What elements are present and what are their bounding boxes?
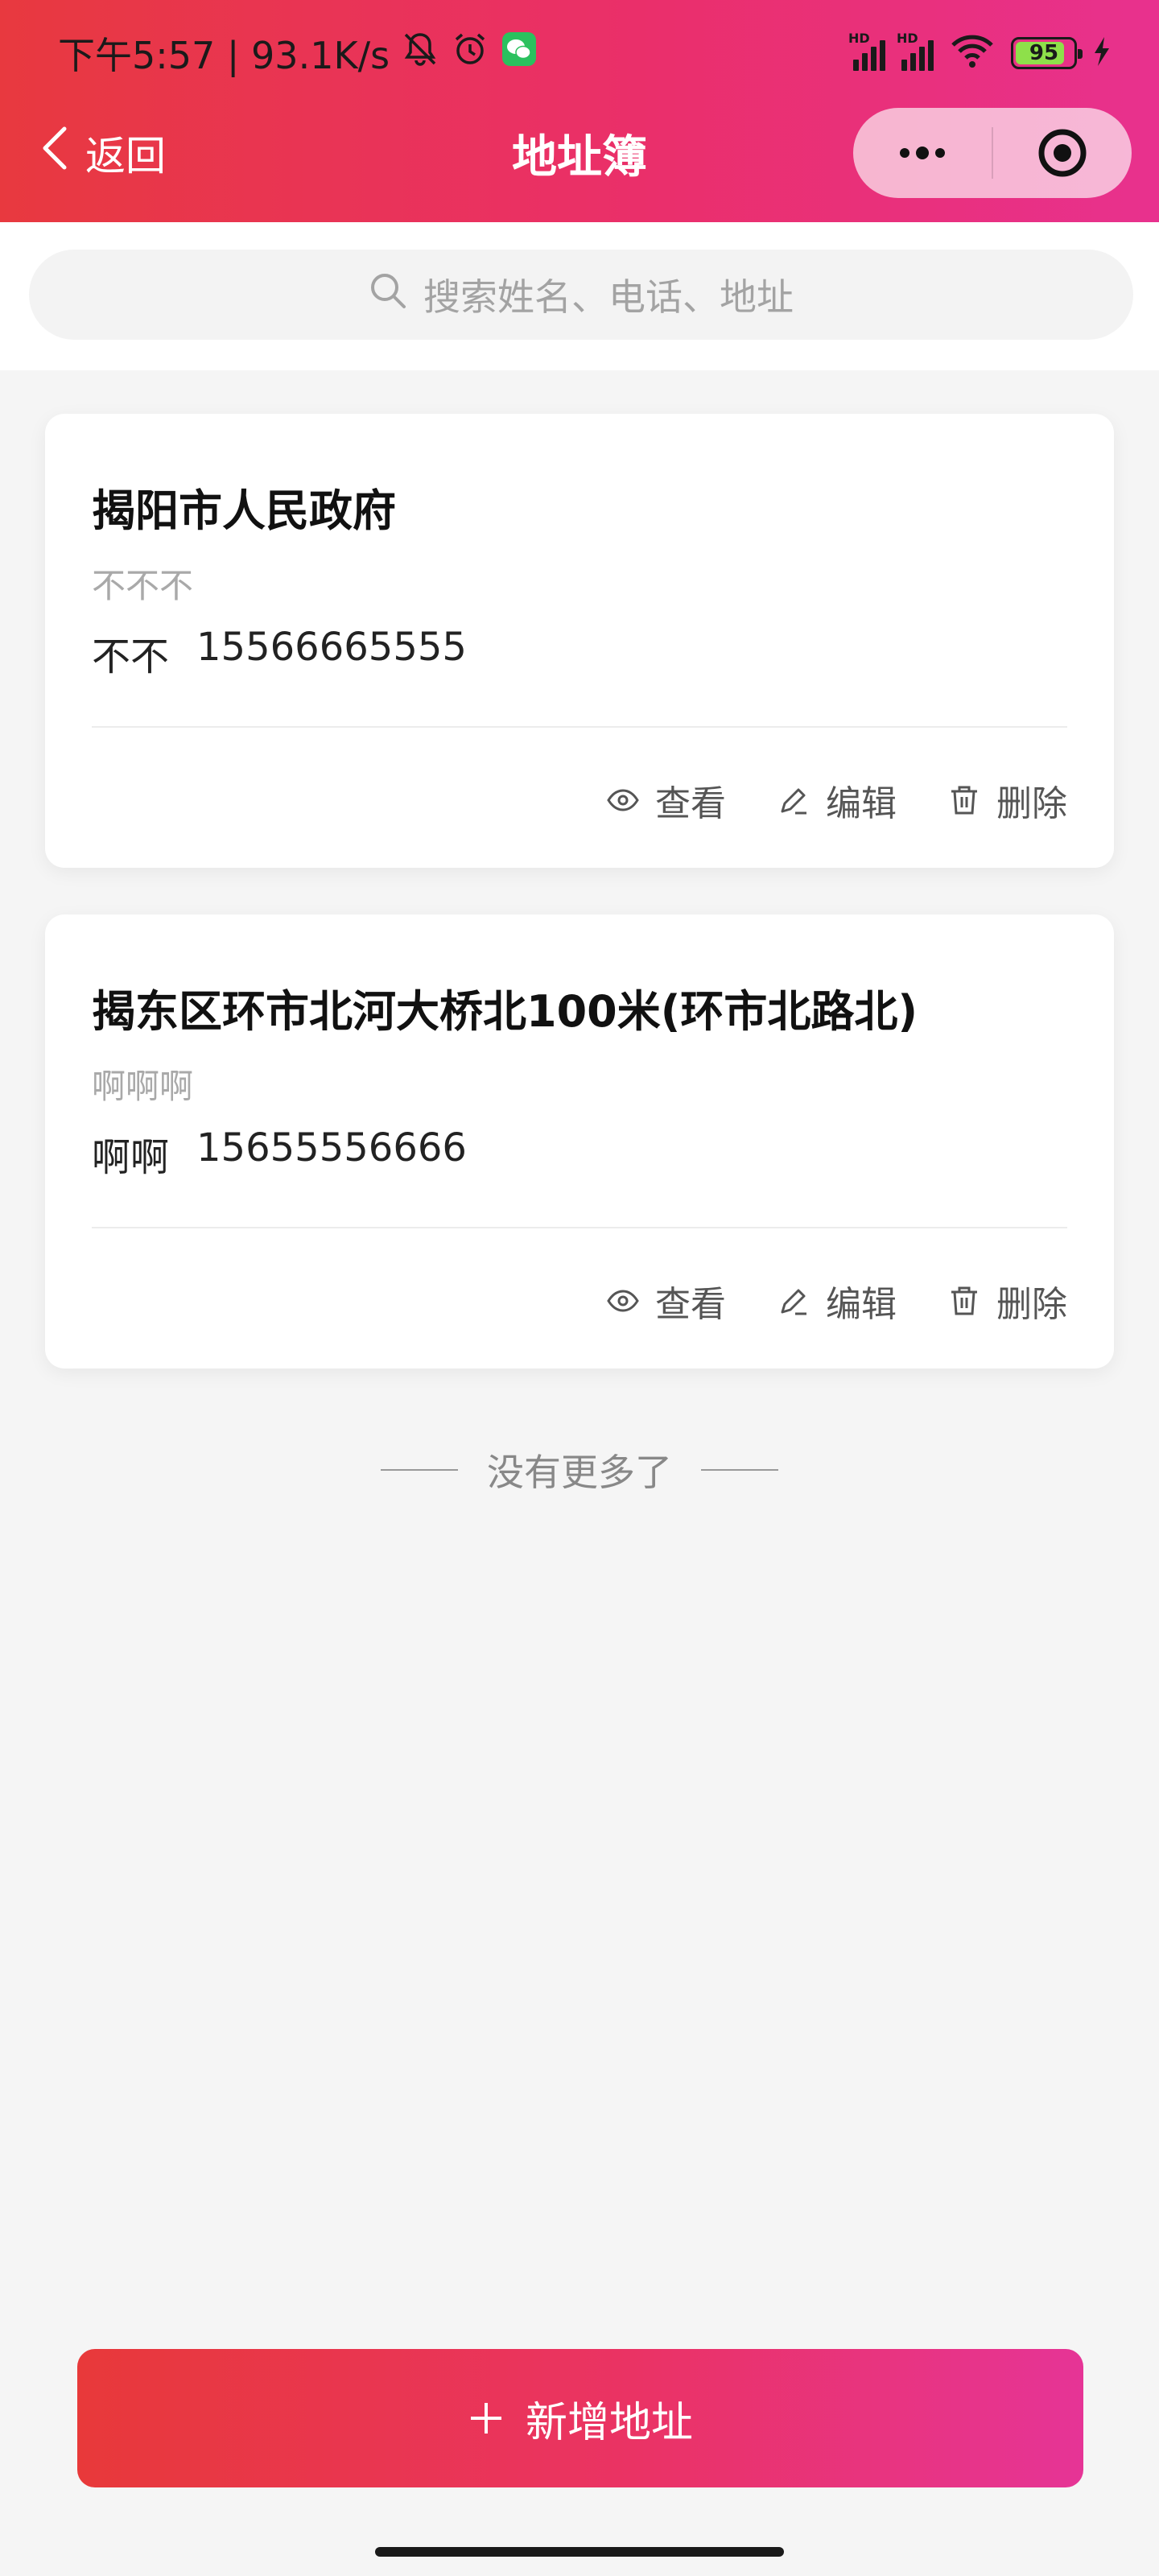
alarm-icon <box>451 30 489 77</box>
list-end-text: 没有更多了 <box>487 1451 672 1494</box>
add-address-label: 新增地址 <box>525 2398 693 2447</box>
card-divider <box>92 1227 1067 1228</box>
address-card[interactable]: 揭阳市人民政府 不不不 不不 15566665555 查看 编辑 删除 <box>45 414 1114 868</box>
signal-hd-label: HD <box>848 31 870 46</box>
battery-icon: 95 <box>1011 37 1083 69</box>
contact-name: 啊啊 <box>92 1135 170 1180</box>
target-icon <box>1038 129 1087 177</box>
search-input[interactable]: 搜索姓名、电话、地址 <box>29 250 1133 340</box>
pencil-icon <box>781 788 806 815</box>
view-label: 查看 <box>655 783 726 824</box>
mute-bell-icon <box>401 30 439 77</box>
eye-icon <box>607 789 639 811</box>
header: 下午5:57 | 93.1K/s HD HD 95 返回 地址簿 <box>0 0 1159 222</box>
card-divider <box>92 726 1067 728</box>
status-time: 下午5:57 | 93.1K/s <box>58 34 390 77</box>
contact-info: 不不 15566665555 <box>92 625 467 681</box>
edit-button[interactable]: 编辑 <box>776 774 897 826</box>
add-address-button[interactable]: 新增地址 <box>77 2349 1083 2487</box>
contact-name: 不不 <box>92 634 170 679</box>
card-actions: 查看 编辑 删除 <box>605 1269 1067 1333</box>
status-left: 下午5:57 | 93.1K/s <box>58 29 538 77</box>
contact-phone: 15566665555 <box>196 625 467 670</box>
charging-icon <box>1093 37 1111 69</box>
more-button[interactable] <box>853 108 992 198</box>
address-title: 揭东区环市北河大桥北100米(环市北路北) <box>92 986 918 1037</box>
edit-label: 编辑 <box>826 783 897 824</box>
divider-line <box>381 1469 458 1471</box>
search-section: 搜索姓名、电话、地址 <box>0 222 1159 370</box>
nav-bar: 返回 地址簿 <box>0 105 1159 222</box>
card-actions: 查看 编辑 删除 <box>605 768 1067 832</box>
address-title: 揭阳市人民政府 <box>92 485 396 536</box>
delete-label: 删除 <box>996 783 1067 824</box>
search-placeholder: 搜索姓名、电话、地址 <box>423 275 794 319</box>
pencil-icon <box>781 1289 806 1315</box>
trash-icon <box>951 786 977 815</box>
signal-hd-label: HD <box>897 31 918 46</box>
search-icon <box>369 271 407 319</box>
divider-line <box>701 1469 778 1471</box>
address-detail: 不不不 <box>92 566 194 605</box>
wechat-icon <box>501 31 538 76</box>
contact-info: 啊啊 15655556666 <box>92 1125 467 1182</box>
delete-button[interactable]: 删除 <box>947 774 1067 826</box>
status-bar: 下午5:57 | 93.1K/s HD HD 95 <box>0 0 1159 105</box>
wifi-icon <box>950 34 995 72</box>
delete-button[interactable]: 删除 <box>947 1275 1067 1327</box>
status-right: HD HD 95 <box>848 29 1111 77</box>
contact-phone: 15655556666 <box>196 1125 467 1170</box>
view-label: 查看 <box>655 1284 726 1325</box>
eye-icon <box>607 1290 639 1312</box>
battery-level: 95 <box>1029 41 1059 65</box>
view-button[interactable]: 查看 <box>605 774 726 826</box>
view-button[interactable]: 查看 <box>605 1275 726 1327</box>
address-book-page: 下午5:57 | 93.1K/s HD HD 95 返回 地址簿 搜索姓名、电话… <box>0 0 1159 2576</box>
delete-label: 删除 <box>996 1284 1067 1325</box>
plus-icon <box>470 2403 501 2434</box>
address-card[interactable]: 揭东区环市北河大桥北100米(环市北路北) 啊啊啊 啊啊 15655556666… <box>45 914 1114 1368</box>
signal-icon: HD <box>848 31 885 71</box>
trash-icon <box>951 1286 977 1315</box>
edit-button[interactable]: 编辑 <box>776 1275 897 1327</box>
list-end-indicator: 没有更多了 <box>0 1438 1159 1502</box>
signal-icon: HD <box>897 31 934 71</box>
address-detail: 啊啊啊 <box>92 1067 194 1106</box>
miniprogram-capsule <box>853 108 1132 198</box>
edit-label: 编辑 <box>826 1284 897 1325</box>
home-indicator[interactable] <box>375 2547 784 2557</box>
close-button[interactable] <box>993 108 1132 198</box>
